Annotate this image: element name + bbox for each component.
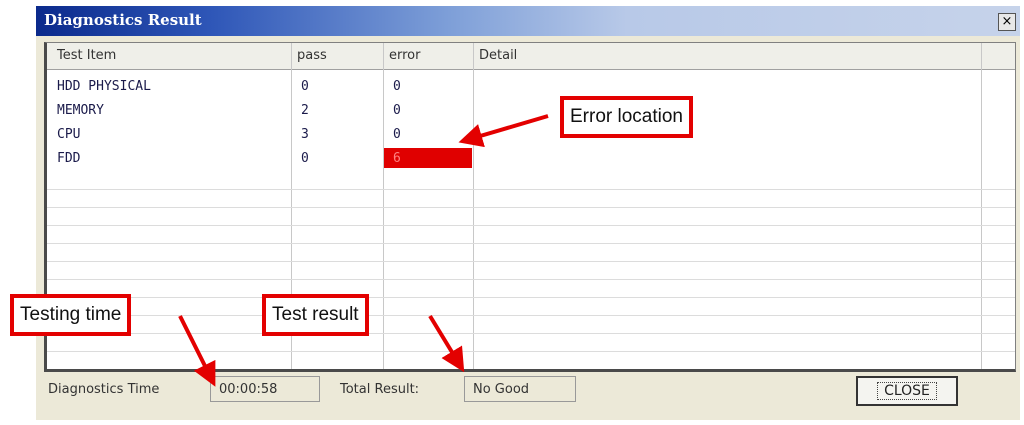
error-arrow (458, 114, 549, 148)
result-arrow (428, 314, 465, 373)
annotation-arrows (178, 114, 549, 387)
time-arrow (178, 315, 216, 387)
